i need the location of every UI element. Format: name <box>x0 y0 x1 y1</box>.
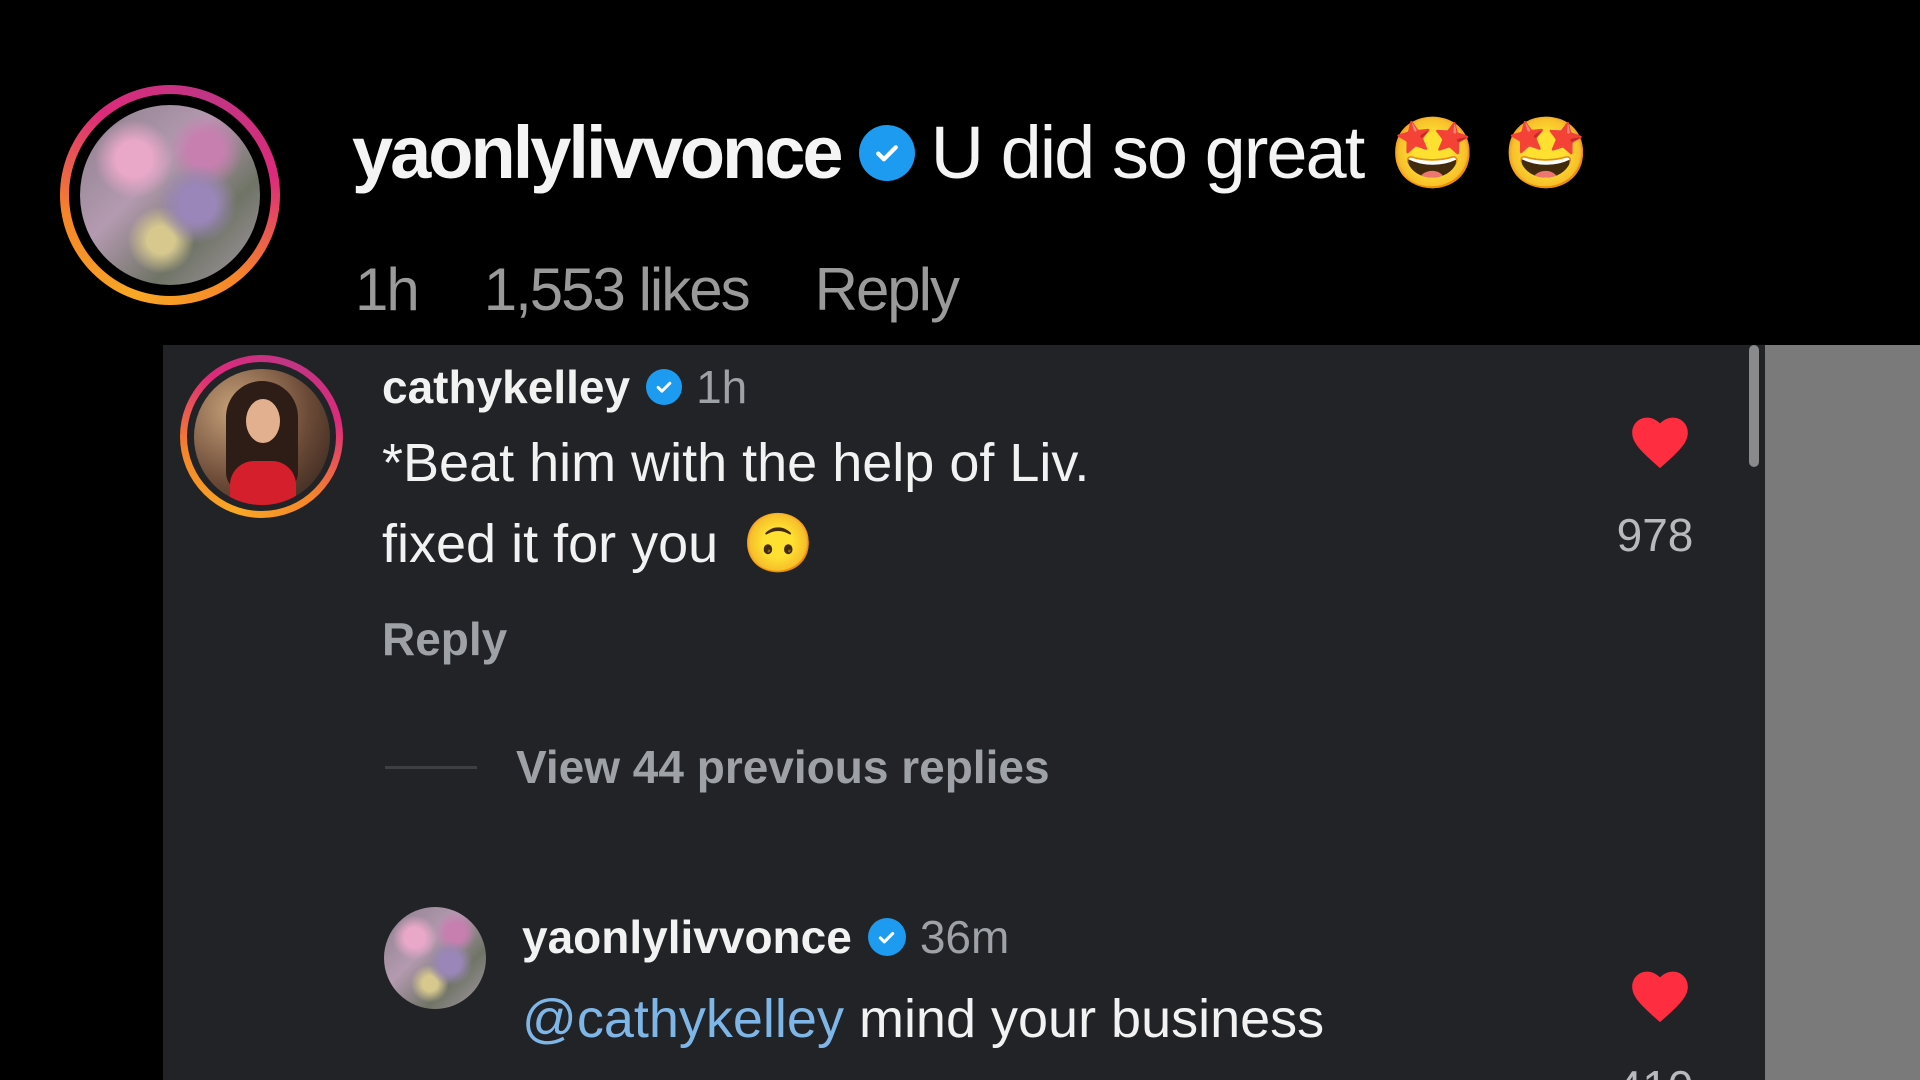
comment-text: fixed it for you <box>382 514 719 574</box>
avatar <box>80 105 260 285</box>
like-count: 978 <box>1616 509 1694 561</box>
comment-header: yaonlylivvonce U did so great 🤩 🤩 <box>352 110 1590 195</box>
comment-text: U did so great <box>930 111 1366 194</box>
reply-header: yaonlylivvonce 36m <box>522 910 1009 964</box>
upside-down-face-emoji-icon: 🙃 <box>742 511 815 576</box>
star-struck-emoji-icon: 🤩 <box>1502 113 1590 192</box>
star-struck-emoji-icon: 🤩 <box>1389 113 1477 192</box>
reply-button[interactable]: Reply <box>382 612 507 666</box>
top-comment: yaonlylivvonce U did so great 🤩 🤩 1h 1,5… <box>0 0 1920 345</box>
reply-time: 36m <box>919 911 1010 963</box>
avatar[interactable] <box>384 907 486 1009</box>
comment-text-line: *Beat him with the help of Liv. <box>382 433 1090 493</box>
story-ring-avatar[interactable] <box>60 85 280 305</box>
mention-link[interactable]: @cathykelley <box>522 989 844 1049</box>
comment-time: 1h <box>696 361 748 413</box>
reply-text: @cathykelley mind your business <box>522 988 1324 1050</box>
verified-badge-icon <box>646 369 683 405</box>
scrollbar-thumb[interactable] <box>1749 345 1759 467</box>
comment-meta: 1h 1,553 likes Reply <box>355 255 1024 324</box>
comment-time: 1h <box>355 256 420 323</box>
reply-button[interactable]: Reply <box>815 255 960 324</box>
username[interactable]: cathykelley <box>382 360 630 414</box>
story-ring-avatar[interactable] <box>180 355 343 518</box>
username[interactable]: yaonlylivvonce <box>352 110 844 195</box>
verified-badge-icon <box>867 918 906 956</box>
heart-icon[interactable] <box>1626 410 1694 470</box>
verified-badge-icon <box>858 124 915 181</box>
reply-body: mind your business <box>843 989 1325 1049</box>
comment-header: cathykelley 1h <box>382 360 747 414</box>
right-margin <box>1765 345 1920 1080</box>
comment-text-line: fixed it for you 🙃 <box>382 513 814 575</box>
likes-count-link[interactable]: 1,553 likes <box>484 255 751 324</box>
left-margin <box>0 345 163 1080</box>
heart-icon[interactable] <box>1626 964 1694 1024</box>
like-count-partial: 410 <box>1610 1064 1700 1080</box>
like-count: 410 <box>1610 1064 1700 1080</box>
divider-line <box>385 766 477 769</box>
avatar <box>193 368 330 505</box>
view-previous-replies-button[interactable]: View 44 previous replies <box>516 740 1050 794</box>
username[interactable]: yaonlylivvonce <box>522 910 852 964</box>
